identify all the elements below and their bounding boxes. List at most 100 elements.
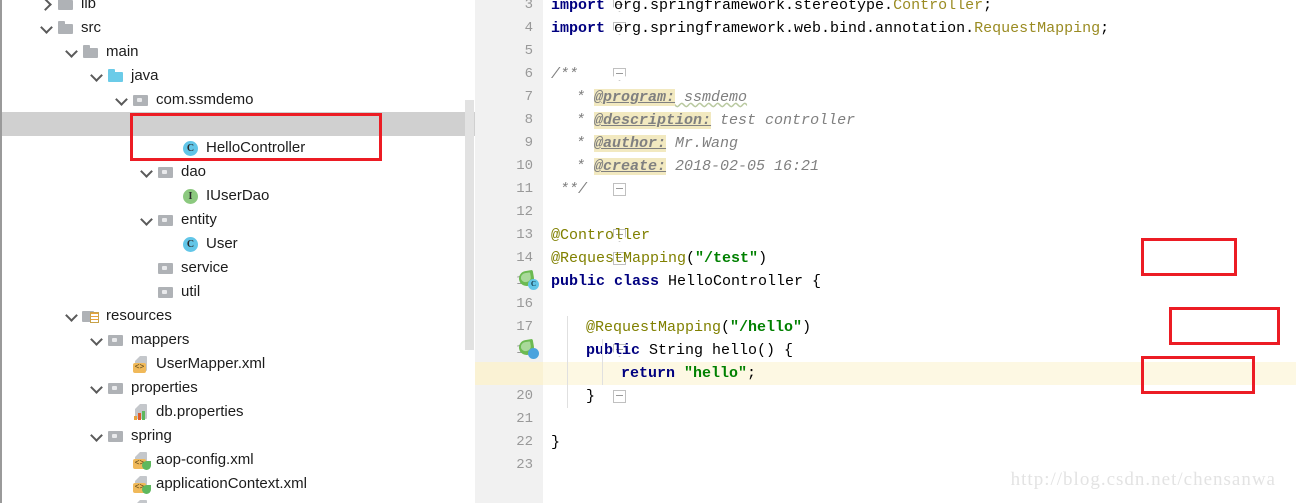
javadoc-tag: @program: xyxy=(594,89,676,106)
ide-window: libsrcmainjavacom.ssmdemocontrollerCHell… xyxy=(0,0,1296,503)
editor-gutter[interactable]: 34567891011121314151617181920212223C xyxy=(475,0,544,503)
line-number[interactable]: 12 xyxy=(493,201,533,224)
package-icon xyxy=(107,331,125,349)
code-line: } xyxy=(586,385,595,408)
tree-item-label: main xyxy=(106,43,139,60)
tree-row[interactable]: I IUserDao xyxy=(2,184,475,208)
fold-glyph xyxy=(613,68,626,81)
spring-leaf-badge xyxy=(142,485,151,494)
tree-row[interactable]: src xyxy=(2,16,475,40)
tree-row[interactable]: spring xyxy=(2,424,475,448)
tree-row[interactable]: lib xyxy=(2,0,475,16)
chevron-down-icon[interactable] xyxy=(89,429,104,444)
fold-marker[interactable] xyxy=(613,63,626,86)
annotation-requestmapping: @RequestMapping xyxy=(586,319,722,336)
chevron-down-icon[interactable] xyxy=(39,21,54,36)
paren-open: ( xyxy=(721,319,731,336)
line-number[interactable]: 8 xyxy=(493,109,533,132)
no-arrow-spacer xyxy=(139,261,154,276)
line-number[interactable]: 14 xyxy=(493,247,533,270)
line-number[interactable]: 16 xyxy=(493,293,533,316)
tree-row[interactable]: <> aop-config.xml xyxy=(2,448,475,472)
tree-item-label: util xyxy=(181,283,201,300)
tree-row[interactable]: db.properties xyxy=(2,400,475,424)
spring-bean-gutter-icon[interactable] xyxy=(517,338,539,359)
line-number[interactable]: 23 xyxy=(493,454,533,477)
no-arrow-spacer xyxy=(139,285,154,300)
tree-row[interactable]: C HelloController xyxy=(2,136,475,160)
class-declaration: HelloController { xyxy=(659,273,822,290)
annotation-controller: @Controller xyxy=(551,227,651,244)
spring-bean-gutter-icon[interactable]: C xyxy=(517,269,539,290)
no-arrow-spacer xyxy=(114,453,129,468)
class-name: Controller xyxy=(893,0,984,14)
bean-badge-icon: C xyxy=(528,279,539,290)
line-number[interactable]: 3 xyxy=(493,0,533,17)
closing-brace: } xyxy=(551,434,561,451)
fold-marker[interactable] xyxy=(613,385,626,408)
line-number[interactable]: 7 xyxy=(493,86,533,109)
line-number[interactable]: 11 xyxy=(493,178,533,201)
tree-row[interactable]: service xyxy=(2,256,475,280)
javadoc-open: /** xyxy=(551,66,579,83)
chevron-down-icon[interactable] xyxy=(114,93,129,108)
line-number[interactable]: 4 xyxy=(493,17,533,40)
chevron-down-icon[interactable] xyxy=(139,165,154,180)
watermark-text: http://blog.csdn.net/chensanwa xyxy=(1010,469,1276,490)
tree-row[interactable]: <> applicationContext.xml xyxy=(2,472,475,496)
chevron-down-icon[interactable] xyxy=(64,309,79,324)
line-number[interactable]: 5 xyxy=(493,40,533,63)
tree-row[interactable]: <> UserMapper.xml xyxy=(2,352,475,376)
no-arrow-spacer xyxy=(114,405,129,420)
tree-item-label: mappers xyxy=(131,331,190,348)
code-line: * @create: 2018-02-05 16:21 xyxy=(567,155,819,178)
tree-row[interactable]: java xyxy=(2,64,475,88)
tree-item-label: dao xyxy=(181,163,207,180)
chevron-down-icon[interactable] xyxy=(89,381,104,396)
no-arrow-spacer xyxy=(164,237,179,252)
semicolon: ; xyxy=(747,365,757,382)
chevron-down-icon[interactable] xyxy=(64,45,79,60)
tree-scrollbar[interactable] xyxy=(464,0,475,503)
tree-row[interactable]: dao xyxy=(2,160,475,184)
chevron-right-icon[interactable] xyxy=(39,0,54,12)
javadoc-close: **/ xyxy=(551,181,588,198)
tree-row[interactable]: com.ssmdemo xyxy=(2,88,475,112)
resources-icon xyxy=(82,307,100,325)
javadoc-value: 2018-02-05 16:21 xyxy=(666,158,820,175)
javadoc-star: * xyxy=(567,89,595,106)
tree-row[interactable]: C User xyxy=(2,232,475,256)
package-icon xyxy=(157,283,175,301)
chevron-down-icon[interactable] xyxy=(89,69,104,84)
project-tree[interactable]: libsrcmainjavacom.ssmdemocontrollerCHell… xyxy=(2,0,475,503)
tree-row[interactable]: <> xyxy=(2,496,475,503)
line-number[interactable]: 6 xyxy=(493,63,533,86)
line-number[interactable]: 22 xyxy=(493,431,533,454)
line-number[interactable]: 17 xyxy=(493,316,533,339)
line-number[interactable]: 10 xyxy=(493,155,533,178)
tree-scrollbar-thumb[interactable] xyxy=(465,100,474,350)
bean-badge-icon xyxy=(528,348,539,359)
tree-item-label: HelloController xyxy=(206,139,306,156)
string-literal: "/hello" xyxy=(730,319,803,336)
line-number[interactable]: 21 xyxy=(493,408,533,431)
javadoc-value: test controller xyxy=(711,112,856,129)
tree-row[interactable]: util xyxy=(2,280,475,304)
folder-icon xyxy=(57,19,75,37)
package-icon xyxy=(107,427,125,445)
line-number[interactable]: 9 xyxy=(493,132,533,155)
tree-row[interactable]: mappers xyxy=(2,328,475,352)
class-name: RequestMapping xyxy=(974,20,1101,37)
tree-row[interactable]: resources xyxy=(2,304,475,328)
tree-row[interactable]: properties xyxy=(2,376,475,400)
tree-item-label: IUserDao xyxy=(206,187,270,204)
tree-row[interactable]: main xyxy=(2,40,475,64)
code-line: } xyxy=(551,431,560,454)
fold-marker[interactable] xyxy=(613,178,626,201)
tree-row[interactable]: entity xyxy=(2,208,475,232)
fold-glyph xyxy=(613,390,626,403)
chevron-down-icon[interactable] xyxy=(89,333,104,348)
line-number[interactable]: 13 xyxy=(493,224,533,247)
line-number[interactable]: 20 xyxy=(493,385,533,408)
chevron-down-icon[interactable] xyxy=(139,213,154,228)
